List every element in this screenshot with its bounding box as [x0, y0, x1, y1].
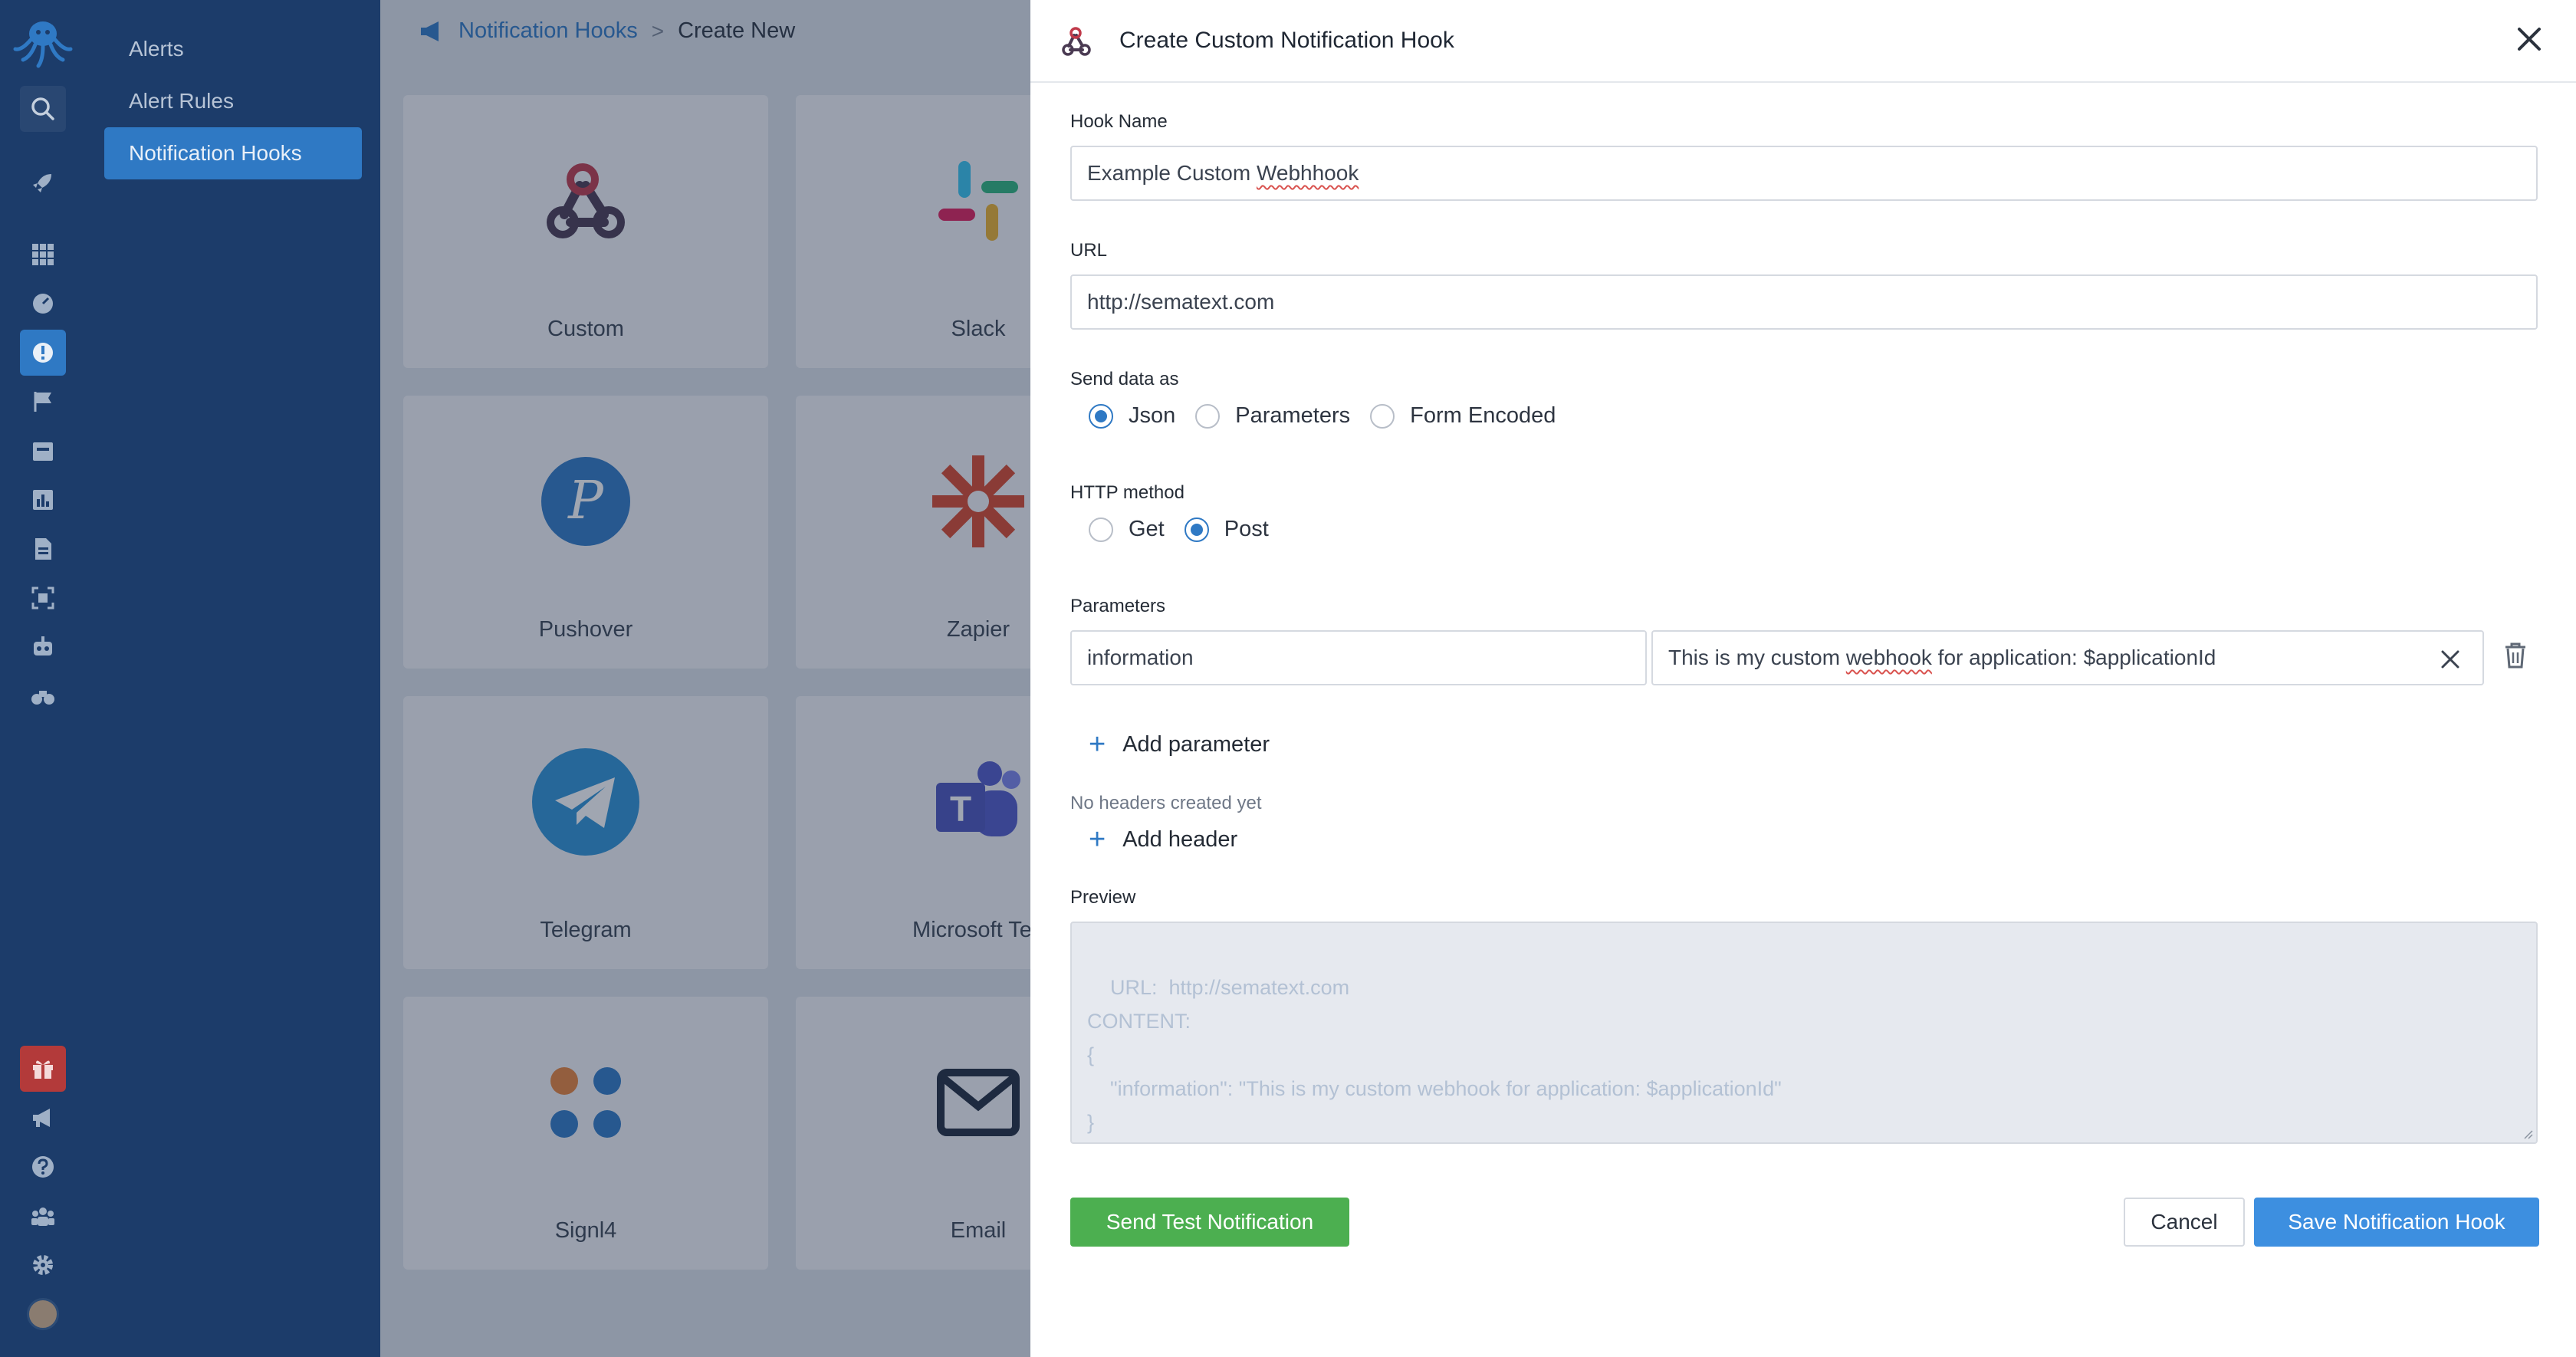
radio-get-control[interactable] — [1089, 517, 1113, 542]
no-headers-text: No headers created yet — [1070, 793, 1262, 813]
hook-name-label: Hook Name — [1070, 111, 1168, 132]
add-parameter-button[interactable]: + Add parameter — [1089, 730, 1270, 759]
radio-get-label: Get — [1129, 517, 1165, 541]
resize-handle-icon[interactable] — [2521, 1127, 2533, 1139]
http-method-label: HTTP method — [1070, 482, 1184, 503]
plus-icon: + — [1089, 728, 1106, 761]
parameter-key-value: information — [1087, 646, 1194, 669]
preview-textarea[interactable]: URL: http://sematext.com CONTENT: { "inf… — [1070, 922, 2538, 1144]
drawer-title: Create Custom Notification Hook — [1119, 28, 1454, 53]
radio-get[interactable]: Get — [1089, 517, 1165, 542]
radio-post-control[interactable] — [1184, 517, 1209, 542]
radio-form-encoded-label: Form Encoded — [1410, 403, 1556, 428]
radio-parameters-label: Parameters — [1235, 403, 1351, 428]
send-data-as-label: Send data as — [1070, 369, 1179, 389]
add-parameter-label: Add parameter — [1122, 731, 1270, 757]
close-icon[interactable] — [2513, 23, 2545, 55]
radio-form-encoded[interactable]: Form Encoded — [1370, 403, 1556, 429]
sidebar-backdrop — [0, 0, 380, 1357]
hook-name-value-misspelled: Webhhook — [1256, 161, 1359, 185]
add-header-button[interactable]: + Add header — [1089, 825, 1237, 854]
parameter-value-input[interactable]: This is my custom webhook for applicatio… — [1651, 630, 2484, 685]
delete-parameter-trash-icon[interactable] — [2502, 641, 2528, 670]
cancel-button[interactable]: Cancel — [2124, 1198, 2245, 1247]
send-data-as-radio-group: Json Parameters Form Encoded — [1089, 403, 1576, 429]
radio-post-label: Post — [1224, 517, 1269, 541]
plus-icon: + — [1089, 823, 1106, 856]
add-header-label: Add header — [1122, 826, 1238, 852]
url-value: http://sematext.com — [1087, 290, 1275, 314]
url-label: URL — [1070, 240, 1108, 261]
radio-form-encoded-control[interactable] — [1370, 403, 1395, 429]
save-notification-hook-button[interactable]: Save Notification Hook — [2254, 1198, 2539, 1247]
clear-value-icon[interactable] — [2440, 649, 2461, 670]
radio-post[interactable]: Post — [1184, 517, 1269, 542]
radio-json[interactable]: Json — [1089, 403, 1175, 429]
radio-parameters[interactable]: Parameters — [1195, 403, 1350, 429]
radio-json-label: Json — [1129, 403, 1176, 428]
hook-name-input[interactable]: Example Custom Webhhook — [1070, 146, 2538, 201]
parameter-key-input[interactable]: information — [1070, 630, 1647, 685]
parameters-label: Parameters — [1070, 596, 1166, 616]
parameter-value-text-flagged: webhook — [1845, 646, 1932, 669]
preview-label: Preview — [1070, 887, 1136, 908]
http-method-radio-group: Get Post — [1089, 517, 1289, 542]
webhook-icon — [1062, 27, 1091, 56]
preview-text: URL: http://sematext.com CONTENT: { "inf… — [1087, 976, 1782, 1134]
url-input[interactable]: http://sematext.com — [1070, 274, 2538, 330]
send-test-notification-button[interactable]: Send Test Notification — [1070, 1198, 1349, 1247]
hook-name-value: Example Custom — [1087, 161, 1257, 185]
drawer-header: Create Custom Notification Hook — [1030, 0, 2576, 83]
radio-json-control[interactable] — [1089, 403, 1113, 429]
parameter-value-text-pre: This is my custom — [1668, 646, 1846, 669]
create-hook-drawer: Create Custom Notification Hook Hook Nam… — [1030, 0, 2576, 1357]
radio-parameters-control[interactable] — [1195, 403, 1221, 429]
parameter-value-text-post: for application: $applicationId — [1931, 646, 2216, 669]
